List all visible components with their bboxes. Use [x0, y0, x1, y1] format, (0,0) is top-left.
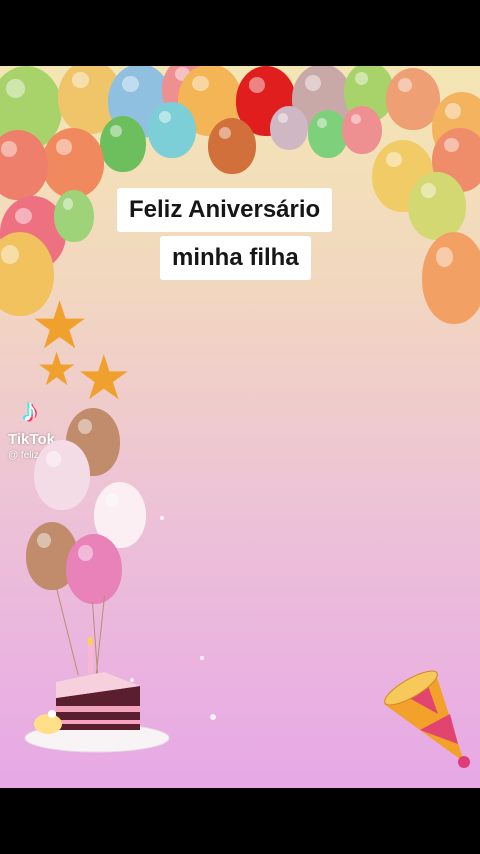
star-icon: ★ [76, 344, 132, 413]
balloon [148, 102, 196, 158]
confetti [130, 678, 134, 682]
balloon [42, 128, 104, 198]
balloon [342, 106, 382, 154]
balloon [208, 118, 256, 174]
party-horn [384, 670, 470, 768]
caption-line-1: Feliz Aniversário [117, 188, 333, 232]
balloon [54, 190, 94, 242]
cake-slice [24, 636, 170, 753]
confetti [200, 656, 204, 660]
balloon [408, 172, 466, 240]
balloon [66, 534, 122, 604]
birthday-card: ★ ★ ★ Feliz Aniversário minha filha ♪ Ti… [0, 66, 480, 788]
caption-line-2: minha filha [160, 236, 311, 280]
balloon [34, 440, 90, 510]
tiktok-note-icon: ♪ [22, 392, 38, 428]
confetti [160, 516, 164, 520]
confetti [210, 714, 216, 720]
star-icon: ★ [36, 343, 78, 395]
balloon [422, 232, 480, 324]
balloon [100, 116, 146, 172]
balloon [270, 106, 308, 150]
